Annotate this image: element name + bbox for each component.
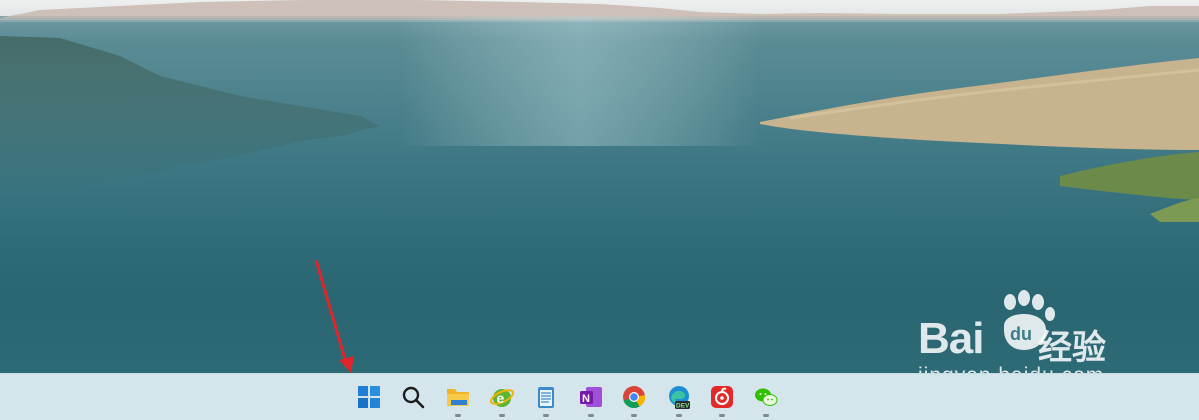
running-indicator bbox=[543, 414, 549, 417]
desktop-wallpaper: du Bai 经验 jingyan.baidu.com bbox=[0, 0, 1199, 373]
watermark-url: jingyan.baidu.com bbox=[918, 364, 1104, 373]
running-indicator bbox=[455, 414, 461, 417]
wechat-icon bbox=[755, 388, 778, 406]
running-indicator bbox=[676, 414, 682, 417]
edge-dev-icon: DEV bbox=[669, 386, 690, 410]
internet-explorer-icon: e bbox=[489, 389, 515, 407]
running-indicator bbox=[631, 414, 637, 417]
running-indicator bbox=[763, 414, 769, 417]
chrome-icon bbox=[623, 386, 646, 409]
netease-music-button[interactable] bbox=[707, 382, 737, 417]
edge-dev-button[interactable]: DEV bbox=[664, 382, 694, 417]
running-indicator bbox=[499, 414, 505, 417]
wechat-button[interactable] bbox=[751, 382, 781, 417]
watermark-brand-cn-text: 经验 bbox=[1038, 328, 1106, 368]
search-icon bbox=[402, 386, 425, 409]
windows-start-icon bbox=[358, 386, 380, 408]
onenote-button[interactable]: N bbox=[576, 382, 606, 417]
chrome-button[interactable] bbox=[619, 382, 649, 417]
running-indicator bbox=[719, 414, 725, 417]
netease-music-icon bbox=[711, 386, 733, 408]
baidu-jingyan-watermark: du Bai 经验 jingyan.baidu.com bbox=[918, 290, 1138, 373]
svg-text:du: du bbox=[1010, 324, 1032, 344]
svg-text:e: e bbox=[497, 390, 505, 406]
running-indicator bbox=[588, 414, 594, 417]
edge-dev-badge: DEV bbox=[676, 403, 690, 410]
taskbar: e N DEV bbox=[0, 373, 1199, 420]
notepad-icon bbox=[538, 387, 554, 408]
search-button[interactable] bbox=[398, 382, 428, 412]
internet-explorer-button[interactable]: e bbox=[487, 382, 517, 417]
file-explorer-button[interactable] bbox=[443, 382, 473, 417]
file-explorer-icon bbox=[447, 389, 469, 406]
notepad-button[interactable] bbox=[531, 382, 561, 417]
watermark-brand-text: Bai bbox=[918, 314, 984, 363]
onenote-letter: N bbox=[582, 393, 590, 405]
start-button[interactable] bbox=[354, 382, 384, 412]
onenote-icon: N bbox=[580, 387, 602, 407]
